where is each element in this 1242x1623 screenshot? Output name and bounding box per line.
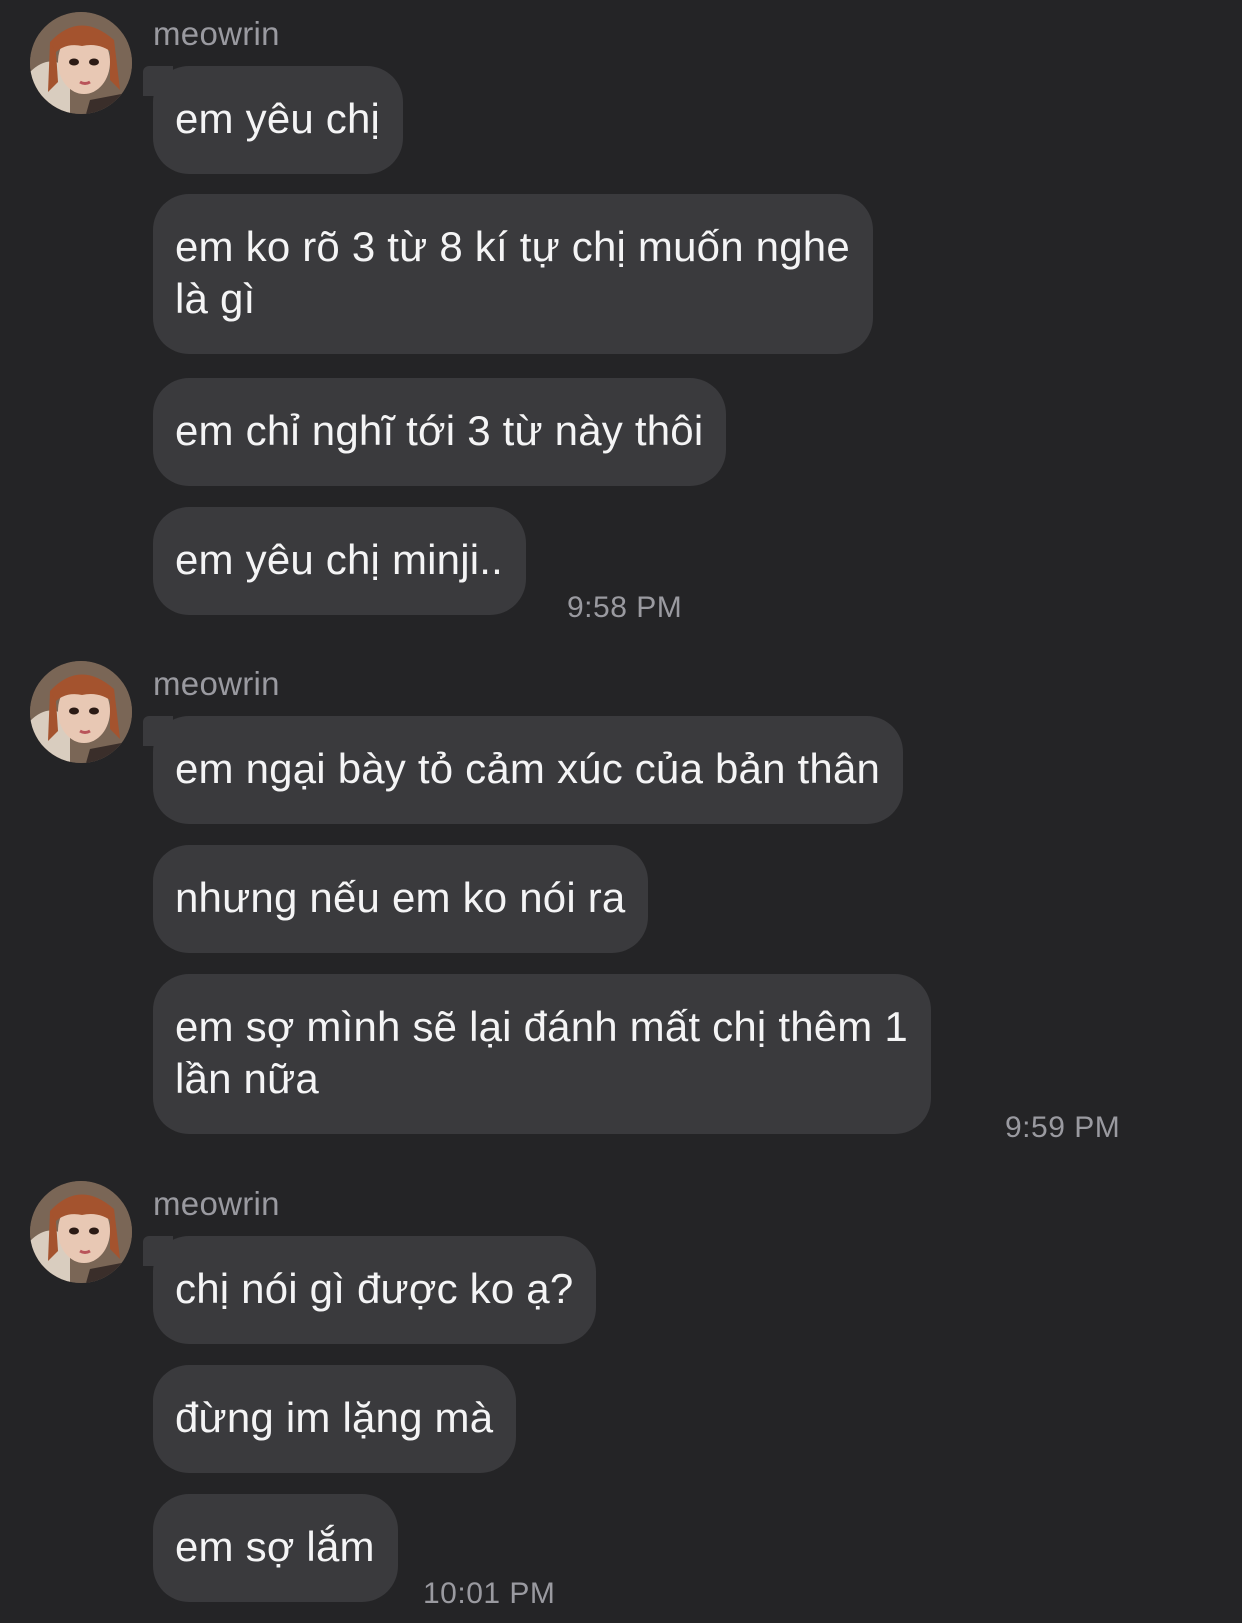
message-bubble[interactable]: nhưng nếu em ko nói ra <box>153 845 649 953</box>
message-bubble[interactable]: em yêu chị minji.. <box>153 507 527 615</box>
avatar[interactable] <box>30 12 132 114</box>
avatar[interactable] <box>30 661 132 763</box>
message-text: em yêu chị <box>175 95 381 142</box>
message-timestamp: 9:59 PM <box>1005 1111 1121 1144</box>
message-bubble[interactable]: em yêu chị <box>142 66 404 174</box>
message-text: chị nói gì được ko ạ? <box>175 1265 574 1312</box>
message-text: em sợ mình sẽ lại đánh mất chị thêm 1 lầ… <box>175 1003 908 1102</box>
avatar[interactable] <box>30 1181 132 1283</box>
sender-name: meowrin <box>153 15 280 52</box>
message-text: em yêu chị minji.. <box>175 536 504 583</box>
message-text: đừng im lặng mà <box>175 1394 494 1441</box>
message-bubble[interactable]: em chỉ nghĩ tới 3 từ này thôi <box>153 378 727 486</box>
message-bubble[interactable]: em sợ lắm <box>153 1494 398 1602</box>
message-bubble[interactable]: chị nói gì được ko ạ? <box>142 1236 597 1344</box>
message-timestamp: 9:58 PM <box>567 591 683 624</box>
message-text: em chỉ nghĩ tới 3 từ này thôi <box>175 407 704 454</box>
message-text: em ko rõ 3 từ 8 kí tự chị muốn nghe là g… <box>175 223 850 322</box>
message-timestamp: 10:01 PM <box>423 1577 556 1610</box>
message-bubble[interactable]: đừng im lặng mà <box>153 1365 517 1473</box>
message-bubble[interactable]: em ngại bày tỏ cảm xúc của bản thân <box>142 716 904 824</box>
sender-name: meowrin <box>153 665 280 702</box>
message-text: em ngại bày tỏ cảm xúc của bản thân <box>175 745 881 792</box>
message-bubble[interactable]: em ko rõ 3 từ 8 kí tự chị muốn nghe là g… <box>153 194 873 354</box>
message-text: em sợ lắm <box>175 1523 375 1570</box>
message-text: nhưng nếu em ko nói ra <box>175 874 626 921</box>
message-bubble[interactable]: em sợ mình sẽ lại đánh mất chị thêm 1 lầ… <box>153 974 931 1134</box>
sender-name: meowrin <box>153 1185 280 1222</box>
